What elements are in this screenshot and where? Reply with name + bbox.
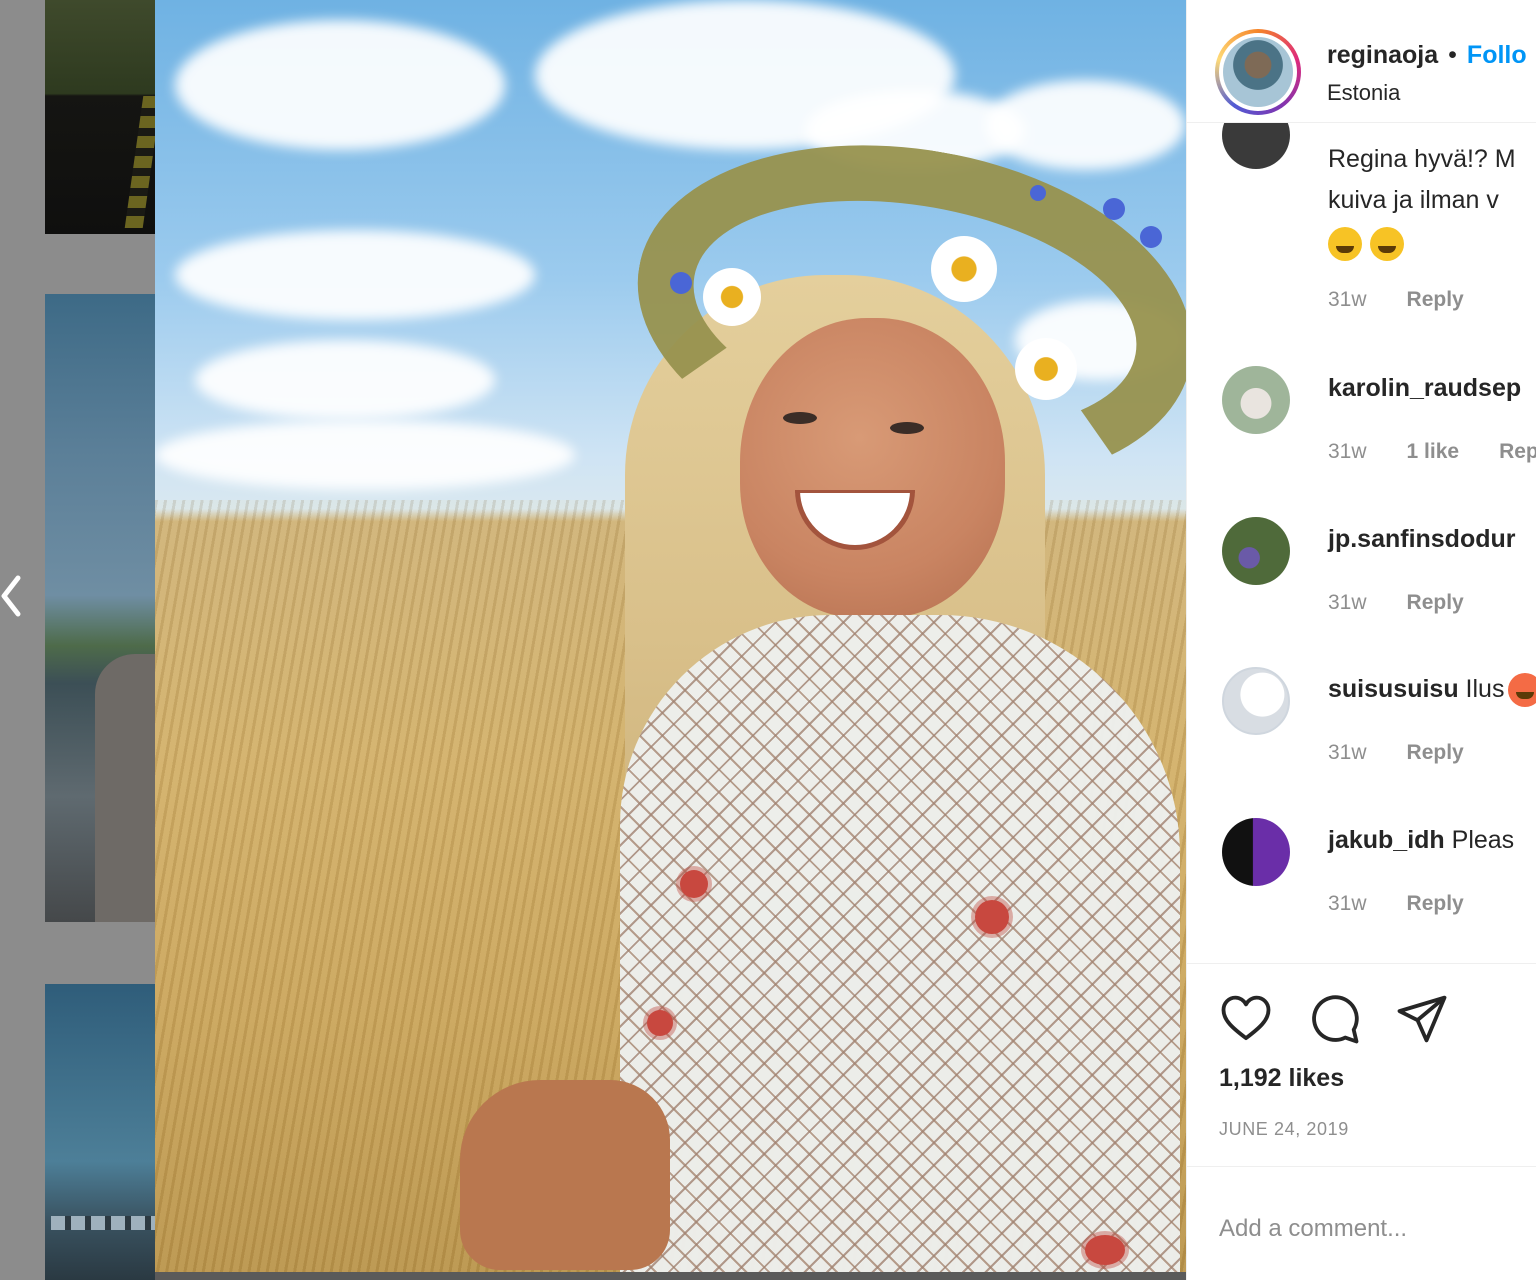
comment-text: Regina hyvä!? M	[1328, 145, 1516, 173]
comment-time[interactable]: 31w	[1328, 440, 1367, 464]
comment-likes[interactable]: 1 like	[1407, 440, 1460, 464]
author-username[interactable]: reginaoja	[1327, 41, 1438, 70]
comment-icon[interactable]	[1307, 992, 1361, 1046]
comment-text: Ilus	[1465, 675, 1505, 703]
likes-count[interactable]: 1,192 likes	[1219, 1064, 1344, 1093]
thinking-face-icon	[1328, 227, 1362, 262]
commenter-avatar[interactable]	[1222, 123, 1290, 169]
commenter-username[interactable]: karolin_raudsep	[1328, 374, 1521, 402]
author-avatar[interactable]	[1215, 29, 1301, 115]
follow-button[interactable]: Follo	[1467, 41, 1527, 70]
comment-time[interactable]: 31w	[1328, 741, 1367, 765]
commenter-username[interactable]: jakub_idh	[1328, 826, 1445, 854]
separator-dot: •	[1448, 41, 1457, 69]
commenter-username[interactable]: suisusuisu	[1328, 675, 1459, 703]
reply-button[interactable]: Reply	[1407, 741, 1464, 765]
background-feed-thumbnail	[45, 984, 160, 1280]
commenter-avatar[interactable]	[1222, 818, 1290, 886]
bottom-edge	[155, 1272, 1186, 1280]
commenter-avatar[interactable]	[1222, 667, 1290, 735]
add-comment-input[interactable]	[1219, 1207, 1519, 1251]
reply-button[interactable]: Reply	[1407, 892, 1464, 916]
grinning-face-icon	[1370, 227, 1404, 262]
previous-post-button[interactable]	[0, 566, 30, 626]
heart-icon[interactable]	[1219, 992, 1273, 1046]
commenter-username[interactable]: jp.sanfinsdodur	[1328, 525, 1516, 553]
post-actions-section: 1,192 likes JUNE 24, 2019	[1187, 963, 1536, 1280]
commenter-avatar[interactable]	[1222, 517, 1290, 585]
post-photo[interactable]	[155, 0, 1186, 1272]
chevron-left-icon	[1, 575, 21, 617]
comment-text: kuiva ja ilman v	[1328, 186, 1499, 214]
comment-time[interactable]: 31w	[1328, 591, 1367, 615]
post-location[interactable]: Estonia	[1327, 80, 1400, 106]
paper-plane-icon[interactable]	[1395, 992, 1449, 1046]
heart-eyes-emoji-icon	[1508, 673, 1536, 708]
post-header: reginaoja • Follo Estonia	[1187, 0, 1536, 123]
comment-text: Pleas	[1451, 826, 1515, 854]
post-side-panel: reginaoja • Follo Estonia Regina hyvä!? …	[1186, 0, 1536, 1280]
commenter-avatar[interactable]	[1222, 366, 1290, 434]
reply-button[interactable]: Reply	[1407, 288, 1464, 312]
comment-time[interactable]: 31w	[1328, 288, 1367, 312]
reply-button[interactable]: Reply	[1407, 591, 1464, 615]
comment-time[interactable]: 31w	[1328, 892, 1367, 916]
comments-list[interactable]: Regina hyvä!? M kuiva ja ilman v 31w Rep…	[1187, 123, 1536, 963]
post-modal: reginaoja • Follo Estonia Regina hyvä!? …	[155, 0, 1536, 1280]
post-date[interactable]: JUNE 24, 2019	[1219, 1119, 1349, 1140]
add-comment-section	[1187, 1166, 1536, 1280]
background-feed-thumbnail	[45, 0, 160, 234]
reply-button[interactable]: Rep	[1499, 440, 1536, 464]
background-feed-thumbnail	[45, 294, 160, 922]
